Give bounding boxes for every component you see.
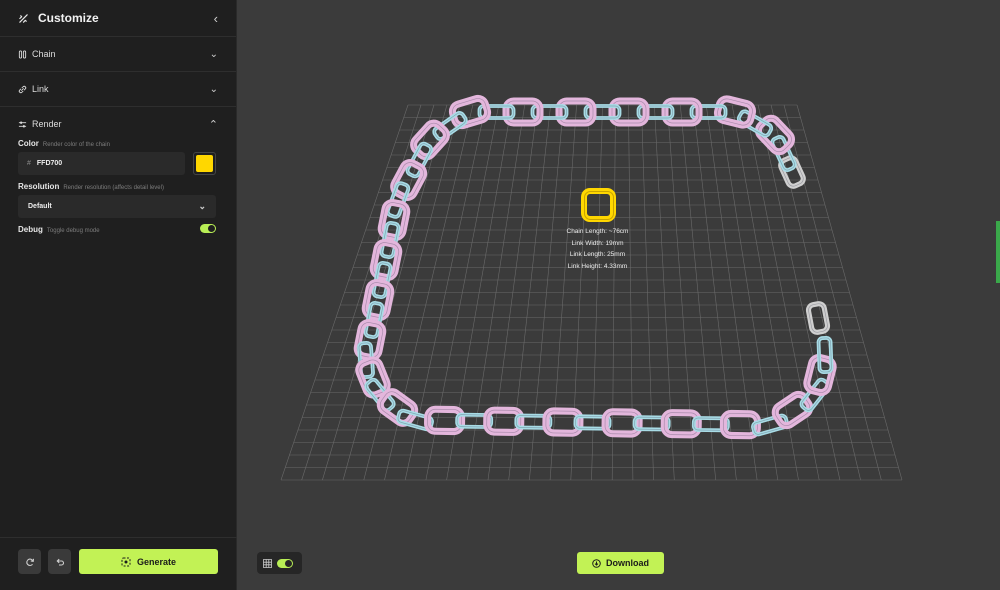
generate-button[interactable]: Generate [79, 549, 218, 574]
download-label: Download [606, 558, 649, 568]
grid-switch[interactable] [277, 558, 293, 568]
link-width-text: Link Width: 19mm [571, 239, 624, 247]
color-hex-value: FFD700 [36, 160, 63, 167]
link-length-text: Link Length: 25mm [569, 251, 626, 259]
chevron-down-icon: ⌄ [209, 48, 218, 60]
color-label: Color [18, 139, 39, 148]
download-button[interactable]: Download [577, 552, 664, 574]
color-swatch-button[interactable] [193, 152, 216, 175]
resolution-label: Resolution [18, 182, 60, 191]
resolution-hint: Render resolution (affects detail level) [63, 185, 164, 191]
color-label-row: Color Render color of the chain [18, 139, 110, 148]
chain-info-panel: Chain Length: ~76cm Link Width: 19mm Lin… [540, 226, 655, 272]
grid-switch-knob [285, 559, 292, 567]
debug-label: Debug [18, 225, 43, 234]
resolution-label-row: Resolution Render resolution (affects det… [18, 182, 164, 191]
debug-toggle-knob [208, 225, 215, 232]
edge-handle[interactable] [996, 221, 1000, 283]
chevron-up-icon: ⌃ [208, 118, 218, 131]
resolution-value: Default [28, 203, 52, 210]
generate-label: Generate [136, 556, 177, 567]
chain-link [502, 97, 544, 127]
section-link[interactable]: Link ⌄ [0, 71, 236, 106]
chain-link [805, 301, 831, 335]
section-link-label: Link [32, 84, 49, 94]
resolution-select[interactable]: Default ⌄ [18, 195, 216, 218]
download-icon [592, 558, 601, 568]
section-render-label: Render [32, 119, 62, 129]
section-render[interactable]: Render ⌃ [0, 106, 236, 141]
chevron-down-icon: ⌄ [209, 83, 218, 95]
chevron-left-icon[interactable]: ‹ [214, 11, 218, 26]
color-hint: Render color of the chain [42, 142, 110, 148]
chain-icon [18, 49, 27, 59]
sidebar-title: Customize [38, 11, 99, 25]
grid-toggle[interactable] [257, 552, 302, 574]
chevron-down-icon: ⌄ [198, 201, 206, 211]
sparkle-icon [121, 557, 131, 566]
link-icon [18, 85, 27, 93]
scene-canvas[interactable] [237, 0, 1000, 590]
chain-link [608, 97, 650, 127]
grid-icon [263, 558, 272, 568]
sidebar: Customize ‹ Chain ⌄ Link ⌄ Render ⌃ Colo… [0, 0, 237, 590]
sidebar-header: Customize ‹ [0, 0, 236, 36]
debug-label-row: Debug Toggle debug mode [18, 225, 100, 234]
link-height-text: Link Height: 4.33mm [567, 262, 628, 270]
section-chain-label: Chain [32, 49, 56, 59]
color-hex-input[interactable]: # FFD700 [18, 152, 185, 175]
debug-toggle[interactable] [200, 224, 216, 233]
undo-icon [56, 558, 64, 566]
color-swatch-fill [196, 155, 213, 172]
chain-length-text: Chain Length: ~76cm [566, 228, 629, 235]
sliders-icon [18, 121, 27, 127]
debug-hint: Toggle debug mode [46, 228, 100, 234]
app-root: Customize ‹ Chain ⌄ Link ⌄ Render ⌃ Colo… [0, 0, 1000, 590]
undo-button[interactable] [48, 549, 71, 574]
reset-icon [25, 558, 34, 566]
3d-viewport[interactable] [237, 0, 1000, 590]
reset-button[interactable] [18, 549, 41, 574]
hash-prefix: # [27, 160, 31, 167]
customize-icon [19, 13, 28, 23]
section-chain[interactable]: Chain ⌄ [0, 36, 236, 71]
